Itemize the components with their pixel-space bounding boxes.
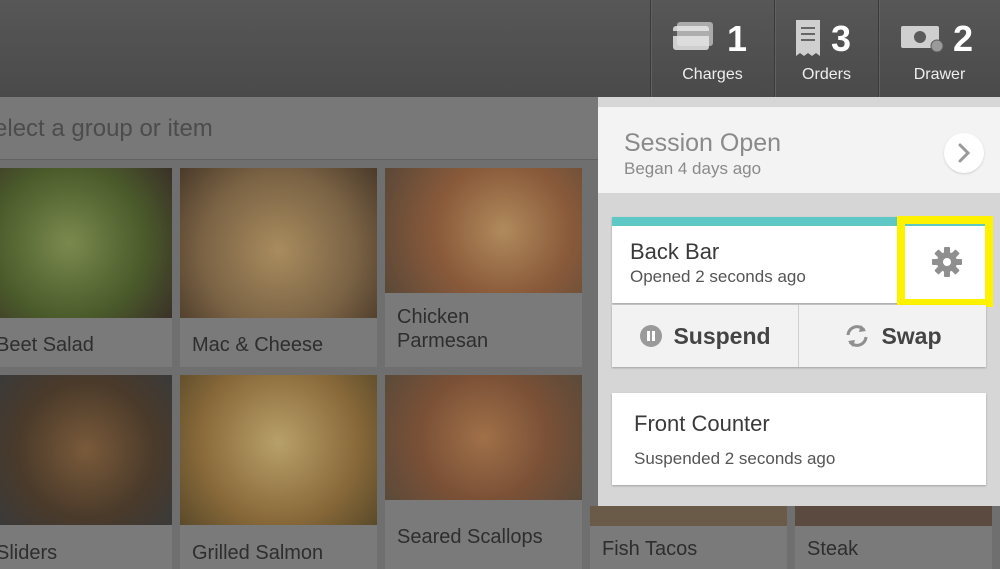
menu-item-label: Beet Salad xyxy=(0,334,94,356)
session-subtitle: Began 4 days ago xyxy=(624,159,762,178)
food-photo xyxy=(795,506,992,526)
menu-item-beet-salad[interactable]: Beet Salad xyxy=(0,168,172,367)
orders-count: 3 xyxy=(831,18,852,59)
menu-item-label: Seared Scallops xyxy=(397,526,543,548)
menu-item-label: Mac & Cheese xyxy=(192,334,324,356)
food-photo xyxy=(0,375,172,525)
session-header[interactable]: Session Open Began 4 days ago xyxy=(598,107,1000,193)
menu-item-chicken-parmesan[interactable]: Chicken Parmesan xyxy=(385,168,582,367)
swap-icon xyxy=(846,325,868,347)
food-photo xyxy=(180,168,377,318)
receipt-icon xyxy=(796,20,820,56)
food-photo xyxy=(385,168,582,293)
charges-label: Charges xyxy=(682,66,743,83)
food-photo xyxy=(0,168,172,318)
drawer-label: Drawer xyxy=(913,66,966,83)
swap-button[interactable]: Swap xyxy=(799,305,986,367)
chevron-right-icon xyxy=(958,143,971,163)
charges-count: 1 xyxy=(727,18,748,59)
menu-item-label: Grilled Salmon xyxy=(192,542,324,564)
top-bar: 1 Charges 3 Orders 2 Drawer xyxy=(0,0,1000,97)
suspend-button[interactable]: Suspend xyxy=(612,305,798,367)
menu-item-grilled-salmon[interactable]: Grilled Salmon xyxy=(180,375,377,569)
menu-item-steak[interactable]: Steak xyxy=(795,506,992,569)
register-card-suspended[interactable]: Front Counter Suspended 2 seconds ago xyxy=(612,393,986,485)
swap-label: Swap xyxy=(881,322,942,349)
register-name: Front Counter xyxy=(634,411,770,436)
orders-button[interactable]: 3 Orders xyxy=(774,0,878,97)
register-actions: Suspend Swap xyxy=(612,305,986,367)
register-name: Back Bar xyxy=(630,239,720,264)
charges-button[interactable]: 1 Charges xyxy=(650,0,774,97)
orders-label: Orders xyxy=(802,66,851,83)
food-photo xyxy=(180,375,377,525)
cash-icon xyxy=(901,26,944,53)
credit-card-icon xyxy=(673,22,713,50)
register-settings-button[interactable] xyxy=(897,216,993,307)
menu-item-label: Chicken Parmesan xyxy=(397,306,489,352)
search-input[interactable] xyxy=(0,97,598,160)
suspend-label: Suspend xyxy=(673,322,771,349)
menu-item-seared-scallops[interactable]: Seared Scallops xyxy=(385,375,582,569)
food-photo xyxy=(385,375,582,500)
pause-icon xyxy=(640,325,663,347)
drawer-button[interactable]: 2 Drawer xyxy=(878,0,1000,97)
menu-item-label: Steak xyxy=(807,538,859,560)
gear-icon xyxy=(932,247,962,277)
menu-item-label: Fish Tacos xyxy=(602,538,698,560)
search-bar xyxy=(0,97,598,160)
session-panel: Session Open Began 4 days ago Back Bar O… xyxy=(598,97,1000,506)
session-title: Session Open xyxy=(624,129,782,157)
food-photo xyxy=(590,506,787,526)
register-status: Suspended 2 seconds ago xyxy=(634,449,836,468)
menu-item-sliders[interactable]: Sliders xyxy=(0,375,172,569)
menu-item-label: Sliders xyxy=(0,542,58,564)
register-status: Opened 2 seconds ago xyxy=(630,267,806,286)
drawer-count: 2 xyxy=(953,18,974,59)
menu-item-mac-cheese[interactable]: Mac & Cheese xyxy=(180,168,377,367)
session-details-button[interactable] xyxy=(944,133,984,173)
menu-item-fish-tacos[interactable]: Fish Tacos xyxy=(590,506,787,569)
